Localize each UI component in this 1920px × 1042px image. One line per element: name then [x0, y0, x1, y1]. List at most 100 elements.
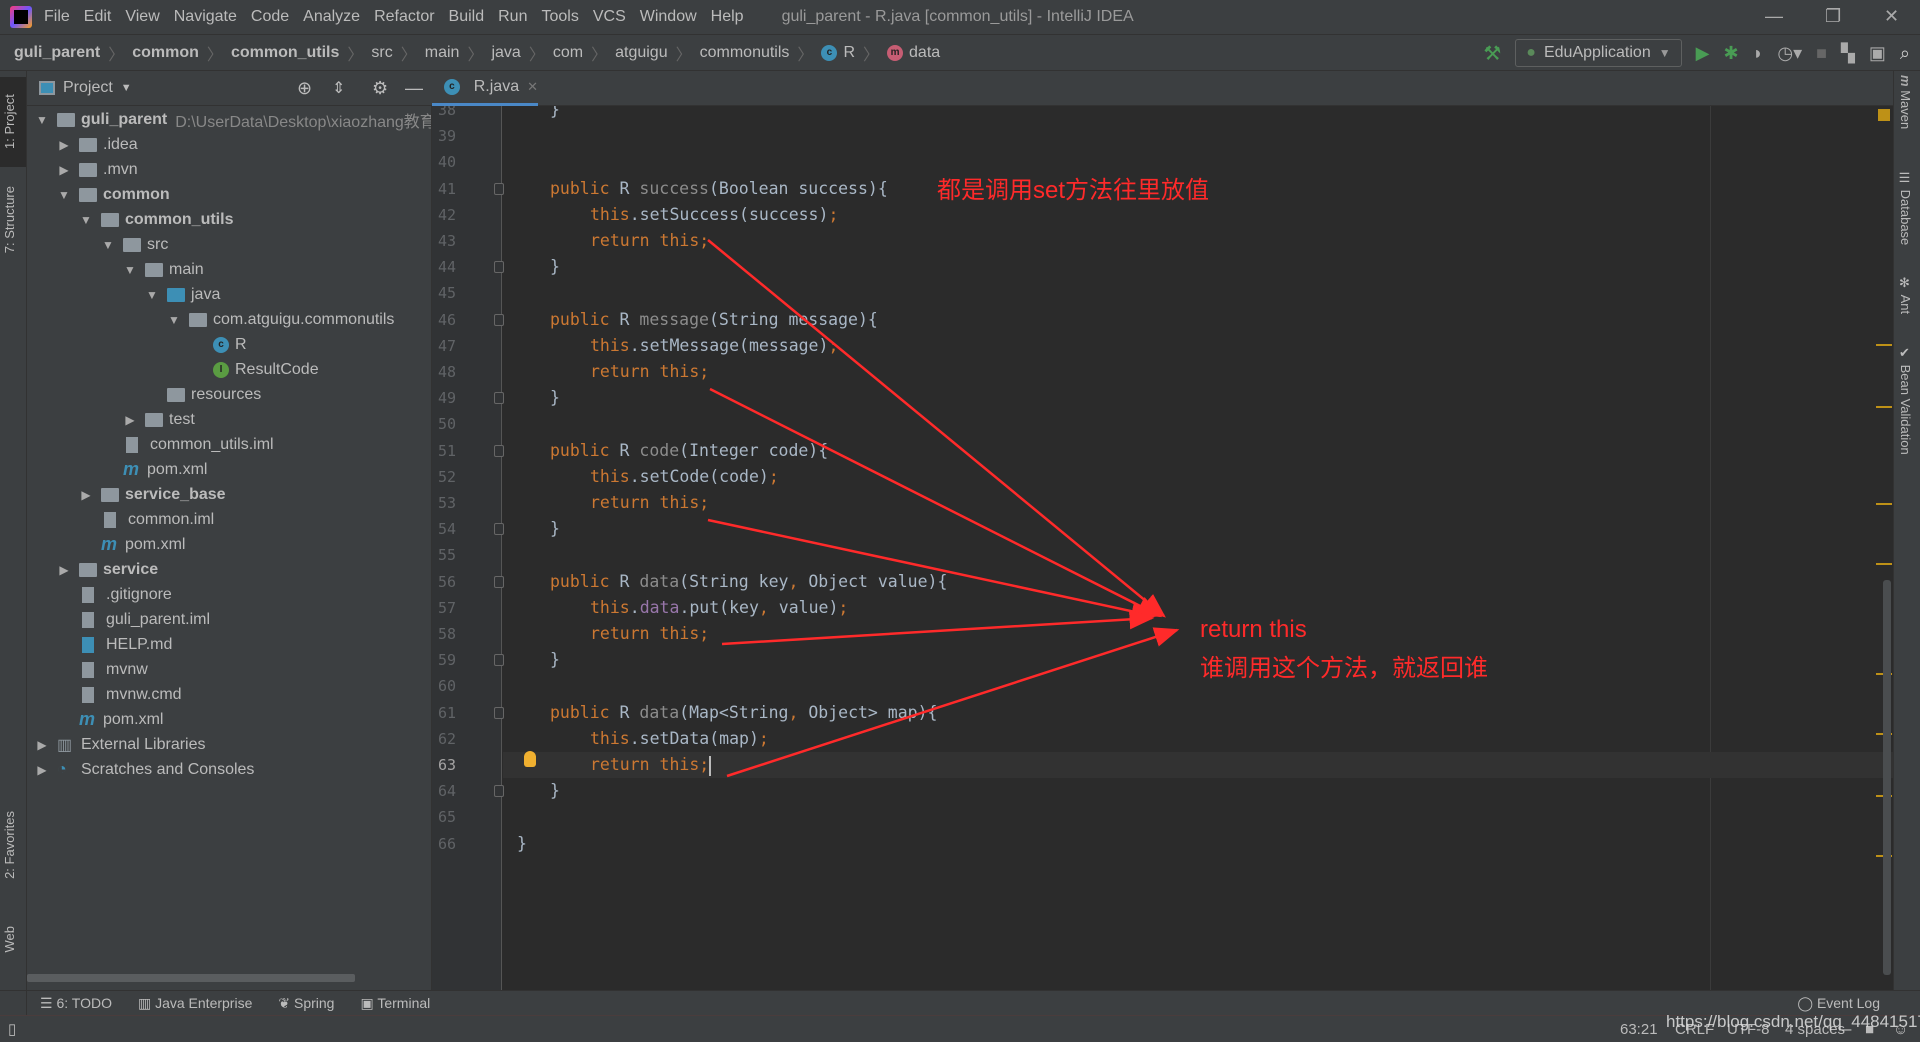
warning-indicator-icon[interactable]: [1878, 109, 1890, 121]
lightbulb-icon[interactable]: [524, 751, 536, 767]
tree-item[interactable]: guli_parent.iml: [57, 607, 210, 632]
restore-button[interactable]: ❐: [1825, 6, 1841, 27]
gear-icon[interactable]: ⚙: [372, 78, 388, 99]
breadcrumb-item[interactable]: atguigu: [615, 44, 668, 62]
tab-project-tool[interactable]: 1: Project: [0, 77, 26, 167]
breadcrumb-class[interactable]: cR: [821, 44, 855, 62]
expand-right-icon[interactable]: ▶: [57, 138, 71, 152]
tree-item[interactable]: HELP.md: [57, 632, 172, 657]
event-log-button[interactable]: ◯ Event Log: [1797, 995, 1880, 1012]
tree-item[interactable]: ▶ ▥ External Libraries: [35, 732, 205, 757]
menu-help[interactable]: Help: [711, 8, 744, 26]
menu-vcs[interactable]: VCS: [593, 8, 626, 26]
expand-right-icon[interactable]: ▶: [57, 163, 71, 177]
menu-analyze[interactable]: Analyze: [303, 8, 360, 26]
menu-code[interactable]: Code: [251, 8, 289, 26]
close-button[interactable]: ✕: [1884, 6, 1899, 27]
tree-item[interactable]: mvnw: [57, 657, 148, 682]
minimize-button[interactable]: —: [1765, 6, 1783, 27]
tab-terminal-tool[interactable]: ▣ Terminal: [360, 995, 430, 1012]
toggle-tool-windows-icon[interactable]: ▯: [8, 1020, 16, 1038]
menu-edit[interactable]: Edit: [84, 8, 112, 26]
tab-r-java[interactable]: c R.java ✕: [432, 71, 538, 106]
tree-item[interactable]: m pom.xml: [57, 707, 163, 732]
stop-icon[interactable]: ■: [1816, 43, 1827, 64]
tree-item[interactable]: m pom.xml: [101, 457, 207, 482]
close-tab-icon[interactable]: ✕: [527, 79, 538, 95]
menu-view[interactable]: View: [125, 8, 159, 26]
menu-refactor[interactable]: Refactor: [374, 8, 434, 26]
tab-structure-tool[interactable]: 7: Structure: [2, 186, 17, 253]
tree-item[interactable]: ▶ service_base: [79, 482, 225, 507]
run-icon[interactable]: ▶: [1696, 43, 1710, 64]
menu-window[interactable]: Window: [640, 8, 697, 26]
search-icon[interactable]: ⌕: [1900, 43, 1910, 64]
breadcrumb-method[interactable]: m data: [887, 44, 940, 62]
tree-item[interactable]: ▶ service: [57, 557, 158, 582]
tab-todo-tool[interactable]: ☰ 6: TODO: [40, 995, 112, 1012]
breadcrumb-item[interactable]: common: [132, 44, 199, 62]
tree-item[interactable]: ▶ .mvn: [57, 157, 137, 182]
tree-item[interactable]: ▶ test: [123, 407, 194, 432]
breadcrumb-item[interactable]: common_utils: [231, 44, 339, 62]
tree-item[interactable]: ▼ java: [145, 282, 220, 307]
tab-web-tool[interactable]: Web: [2, 926, 17, 953]
expand-down-icon[interactable]: ▼: [35, 113, 49, 127]
coverage-icon[interactable]: ◗: [1753, 43, 1764, 64]
menu-build[interactable]: Build: [449, 8, 485, 26]
expand-down-icon[interactable]: ▼: [79, 213, 93, 227]
tree-item[interactable]: ▼ common_utils: [79, 207, 233, 232]
chevron-down-icon[interactable]: ▼: [121, 82, 132, 94]
tree-item[interactable]: I ResultCode: [189, 357, 319, 382]
tree-item[interactable]: resources: [145, 382, 261, 407]
hide-icon[interactable]: —: [405, 78, 423, 99]
menu-run[interactable]: Run: [498, 8, 527, 26]
tree-item[interactable]: common.iml: [79, 507, 214, 532]
tree-item[interactable]: ▼ common: [57, 182, 170, 207]
vertical-scrollbar[interactable]: [1883, 580, 1891, 975]
menu-navigate[interactable]: Navigate: [174, 8, 237, 26]
tree-item[interactable]: .gitignore: [57, 582, 172, 607]
expand-down-icon[interactable]: ▼: [167, 313, 181, 327]
breadcrumb-item[interactable]: guli_parent: [14, 44, 100, 62]
tree-item[interactable]: ▼ guli_parent D:\UserData\Desktop\xiaozhan…: [35, 107, 431, 132]
tree-item[interactable]: ▼ main: [123, 257, 204, 282]
expand-right-icon[interactable]: ▶: [57, 563, 71, 577]
error-stripe-mark[interactable]: [1876, 406, 1892, 408]
run-anything-icon[interactable]: ▣: [1869, 43, 1886, 64]
expand-down-icon[interactable]: ▼: [145, 288, 159, 302]
error-stripe-mark[interactable]: [1876, 344, 1892, 346]
tab-java-enterprise-tool[interactable]: ▥ Java Enterprise: [138, 995, 252, 1012]
tree-item[interactable]: ▶ ◔ Scratches and Consoles: [35, 757, 254, 782]
expand-right-icon[interactable]: ▶: [79, 488, 93, 502]
tab-spring-tool[interactable]: ❦ Spring: [278, 995, 334, 1012]
expand-right-icon[interactable]: ▶: [35, 763, 49, 777]
error-stripe-mark[interactable]: [1876, 563, 1892, 565]
tree-item[interactable]: mvnw.cmd: [57, 682, 182, 707]
tree-item[interactable]: m pom.xml: [79, 532, 185, 557]
tree-item[interactable]: ▼ src: [101, 232, 168, 257]
breadcrumb-item[interactable]: main: [425, 44, 460, 62]
tab-favorites-tool[interactable]: 2: Favorites: [2, 811, 17, 879]
expand-down-icon[interactable]: ▼: [101, 238, 115, 252]
menu-tools[interactable]: Tools: [541, 8, 578, 26]
expand-right-icon[interactable]: ▶: [123, 413, 137, 427]
breadcrumb-item[interactable]: java: [491, 44, 520, 62]
breadcrumb-item[interactable]: src: [371, 44, 392, 62]
breadcrumb-item[interactable]: commonutils: [700, 44, 790, 62]
menu-file[interactable]: File: [44, 8, 70, 26]
locate-icon[interactable]: ⊕: [297, 78, 312, 99]
tab-maven-tool[interactable]: m Maven: [1898, 75, 1913, 129]
expand-right-icon[interactable]: ▶: [35, 738, 49, 752]
run-config-select[interactable]: ● EduApplication ▼: [1515, 39, 1682, 67]
build-hammer-icon[interactable]: ⚒: [1483, 41, 1501, 66]
tree-item[interactable]: ▼ com.atguigu.commonutils: [167, 307, 394, 332]
collapse-all-icon[interactable]: ⇕: [332, 78, 345, 98]
profile-icon[interactable]: ◷▾: [1777, 43, 1802, 64]
tab-database-tool[interactable]: ☰ Database: [1898, 171, 1913, 245]
error-stripe-mark[interactable]: [1876, 503, 1892, 505]
expand-down-icon[interactable]: ▼: [123, 263, 137, 277]
debug-icon[interactable]: ✱: [1723, 43, 1738, 64]
tab-ant-tool[interactable]: ✻ Ant: [1898, 276, 1913, 314]
expand-down-icon[interactable]: ▼: [57, 188, 71, 202]
